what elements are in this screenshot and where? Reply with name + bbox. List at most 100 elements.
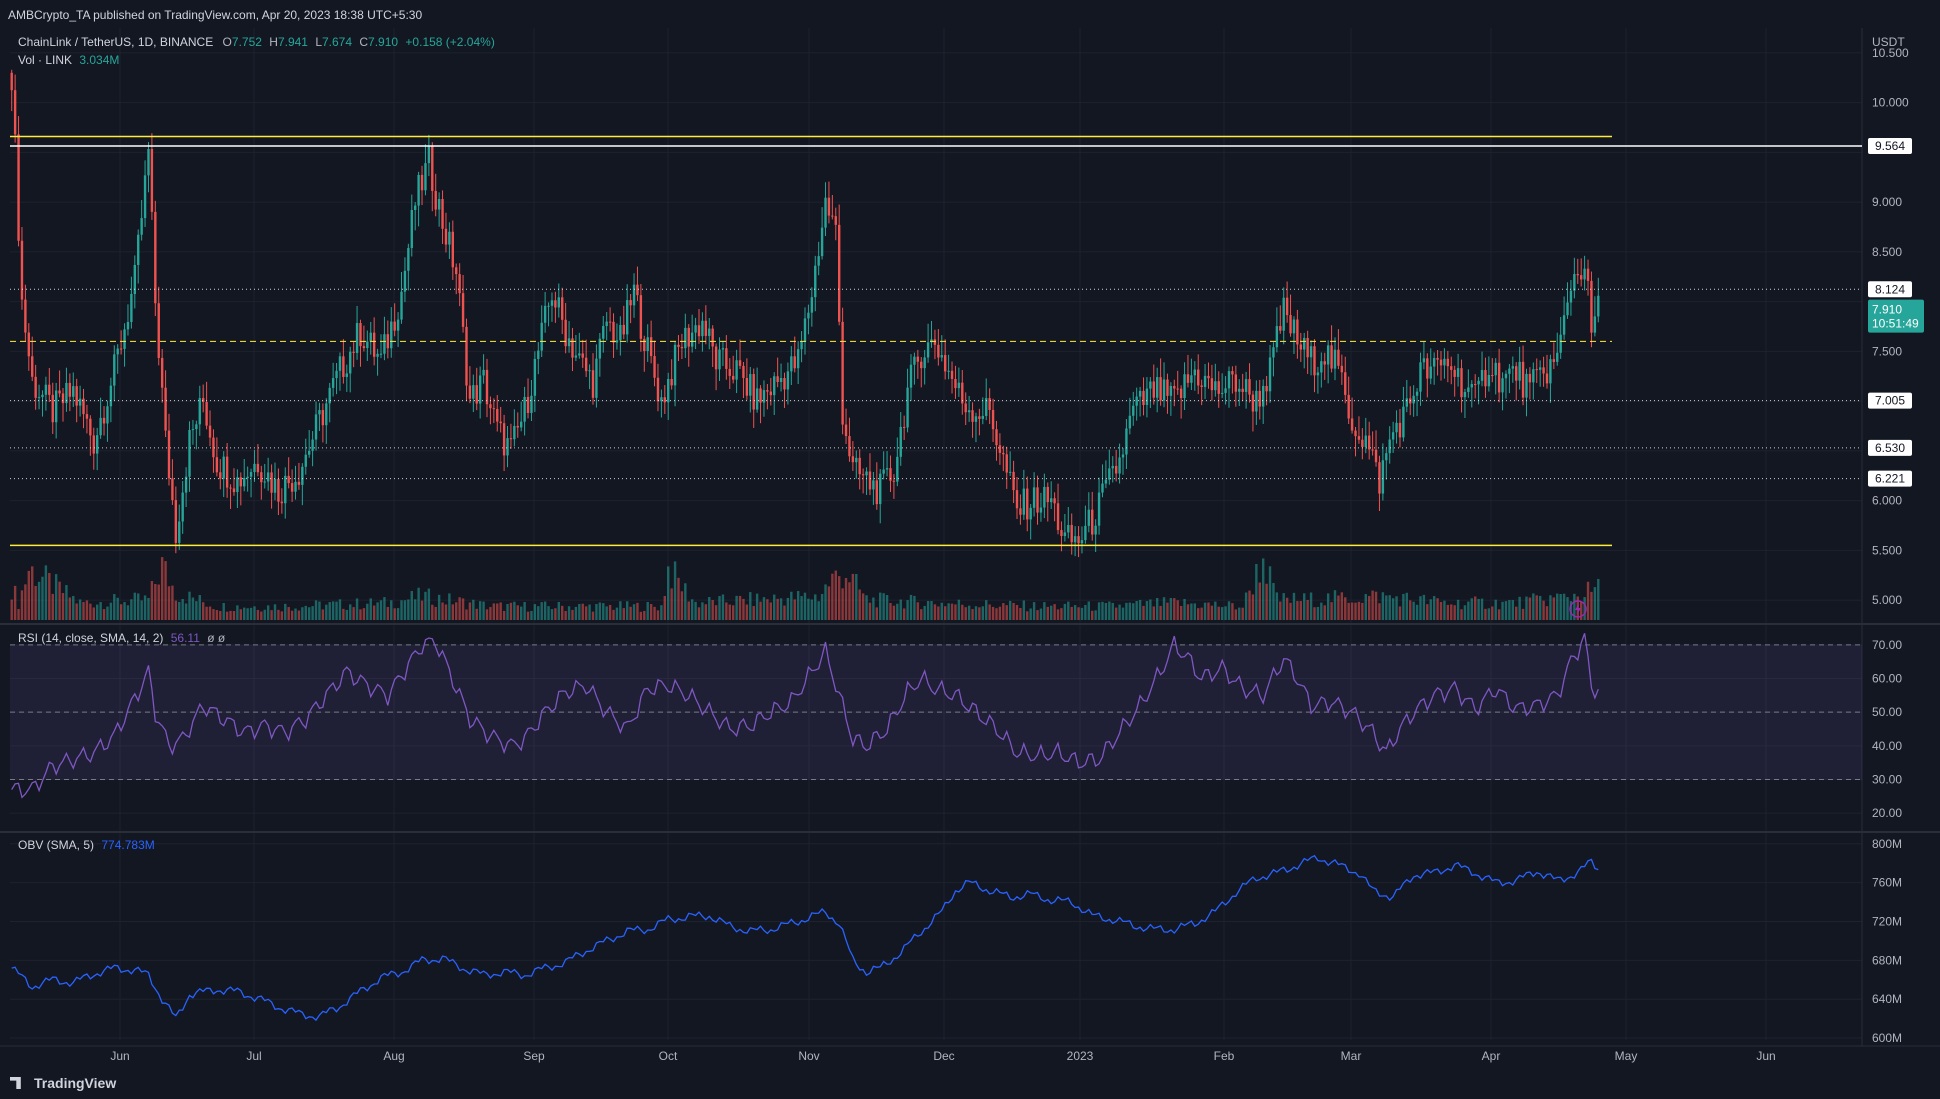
rsi-info: RSI (14, close, SMA, 14, 2) 56.11 ø ø bbox=[18, 631, 225, 645]
volume-bar bbox=[1337, 595, 1340, 620]
volume-bar bbox=[1521, 608, 1525, 620]
volume-bar bbox=[1303, 593, 1306, 620]
candle-body bbox=[321, 410, 325, 426]
candle-body bbox=[1456, 368, 1460, 377]
volume-bar bbox=[639, 611, 643, 620]
candle-body bbox=[978, 416, 981, 419]
candle-body bbox=[523, 396, 526, 422]
candle-body bbox=[868, 471, 872, 490]
candle-body bbox=[1429, 366, 1432, 379]
volume-bar bbox=[427, 588, 431, 620]
candle-body bbox=[249, 472, 253, 477]
time-tick: Jun bbox=[1756, 1049, 1775, 1063]
candle-body bbox=[379, 353, 383, 355]
level-label: 9.564 bbox=[1875, 139, 1905, 153]
obv-tick: 800M bbox=[1872, 837, 1902, 851]
obv-tick: 760M bbox=[1872, 876, 1902, 890]
candle-body bbox=[704, 320, 708, 336]
candle-body bbox=[902, 426, 906, 428]
candle-body bbox=[776, 376, 779, 382]
volume-bar bbox=[461, 598, 465, 620]
volume-bar bbox=[981, 606, 985, 620]
candle-body bbox=[1265, 385, 1268, 392]
volume-bar bbox=[571, 609, 574, 620]
volume-bar bbox=[458, 597, 461, 620]
volume-bar bbox=[253, 606, 256, 620]
candle-body bbox=[1077, 536, 1080, 544]
volume-bar bbox=[1265, 583, 1268, 620]
volume-bar bbox=[581, 603, 584, 620]
candle-body bbox=[837, 224, 841, 322]
candle-body bbox=[519, 421, 523, 428]
candle-body bbox=[557, 297, 561, 308]
volume-bar bbox=[954, 604, 957, 620]
chart-svg[interactable]: 9.5648.1247.0056.5306.221USDT10.50010.00… bbox=[0, 0, 1940, 1099]
candle-body bbox=[1135, 396, 1138, 406]
candle-body bbox=[1039, 507, 1043, 513]
volume-bar bbox=[584, 606, 588, 620]
candle-body bbox=[437, 199, 441, 210]
rsi-label[interactable]: RSI (14, close, SMA, 14, 2) bbox=[18, 631, 163, 645]
volume-bar bbox=[1056, 609, 1060, 620]
volume-bar bbox=[1036, 610, 1039, 620]
volume-bar bbox=[554, 608, 557, 620]
volume-bar bbox=[667, 566, 670, 620]
time-tick: Oct bbox=[659, 1049, 678, 1063]
volume-bar bbox=[807, 598, 810, 620]
volume-bar bbox=[1200, 607, 1203, 620]
candle-body bbox=[1138, 390, 1142, 397]
volume-bar bbox=[1402, 593, 1405, 620]
candle-body bbox=[475, 385, 478, 404]
candle-body bbox=[1234, 374, 1238, 392]
volume-bar bbox=[249, 607, 253, 620]
candle-body bbox=[708, 328, 711, 336]
candle-body bbox=[393, 321, 396, 331]
volume-bar bbox=[649, 603, 653, 620]
candle-body bbox=[1056, 503, 1060, 531]
volume-bar bbox=[810, 599, 814, 620]
tradingview-logo[interactable]: TradingView bbox=[10, 1075, 116, 1091]
volume-bar bbox=[318, 601, 321, 620]
volume-bar bbox=[109, 602, 113, 620]
volume-bar bbox=[759, 601, 762, 620]
volume-bar bbox=[1046, 606, 1049, 620]
candle-body bbox=[58, 390, 61, 394]
volume-bar bbox=[1149, 599, 1152, 620]
candle-body bbox=[714, 346, 718, 370]
candle-body bbox=[796, 349, 800, 369]
candle-body bbox=[1296, 319, 1299, 345]
volume-label[interactable]: Vol · LINK bbox=[18, 53, 72, 67]
candle-body bbox=[85, 414, 89, 419]
candle-body bbox=[1347, 394, 1350, 419]
volume-bar bbox=[643, 610, 646, 620]
volume-bar bbox=[222, 603, 225, 620]
volume-bar bbox=[1258, 582, 1261, 620]
candle-body bbox=[1354, 430, 1357, 437]
volume-bar bbox=[68, 597, 72, 620]
volume-bar bbox=[1091, 610, 1094, 620]
volume-bar bbox=[20, 590, 24, 620]
candle-body bbox=[916, 356, 920, 362]
volume-bar bbox=[755, 593, 759, 620]
volume-bar bbox=[1515, 606, 1518, 620]
candle-body bbox=[807, 312, 810, 319]
candle-body bbox=[1166, 379, 1169, 396]
obv-tick: 720M bbox=[1872, 914, 1902, 928]
candle-body bbox=[923, 357, 926, 369]
candle-body bbox=[1067, 524, 1070, 533]
volume-bar bbox=[1323, 605, 1326, 620]
volume-bar bbox=[31, 566, 34, 620]
price-tick: 9.000 bbox=[1872, 195, 1902, 209]
level-label: 8.124 bbox=[1875, 282, 1905, 296]
volume-bar bbox=[957, 599, 961, 620]
volume-bar bbox=[824, 584, 827, 620]
obv-label[interactable]: OBV (SMA, 5) bbox=[18, 838, 94, 852]
candle-body bbox=[1060, 530, 1063, 537]
candle-body bbox=[1125, 428, 1128, 455]
symbol-pair[interactable]: ChainLink / TetherUS, 1D, BINANCE bbox=[18, 35, 213, 49]
volume-bar bbox=[820, 593, 824, 620]
volume-bar bbox=[971, 609, 974, 620]
candle-body bbox=[1460, 368, 1463, 398]
candle-body bbox=[885, 468, 889, 470]
candle-body bbox=[1183, 374, 1186, 399]
